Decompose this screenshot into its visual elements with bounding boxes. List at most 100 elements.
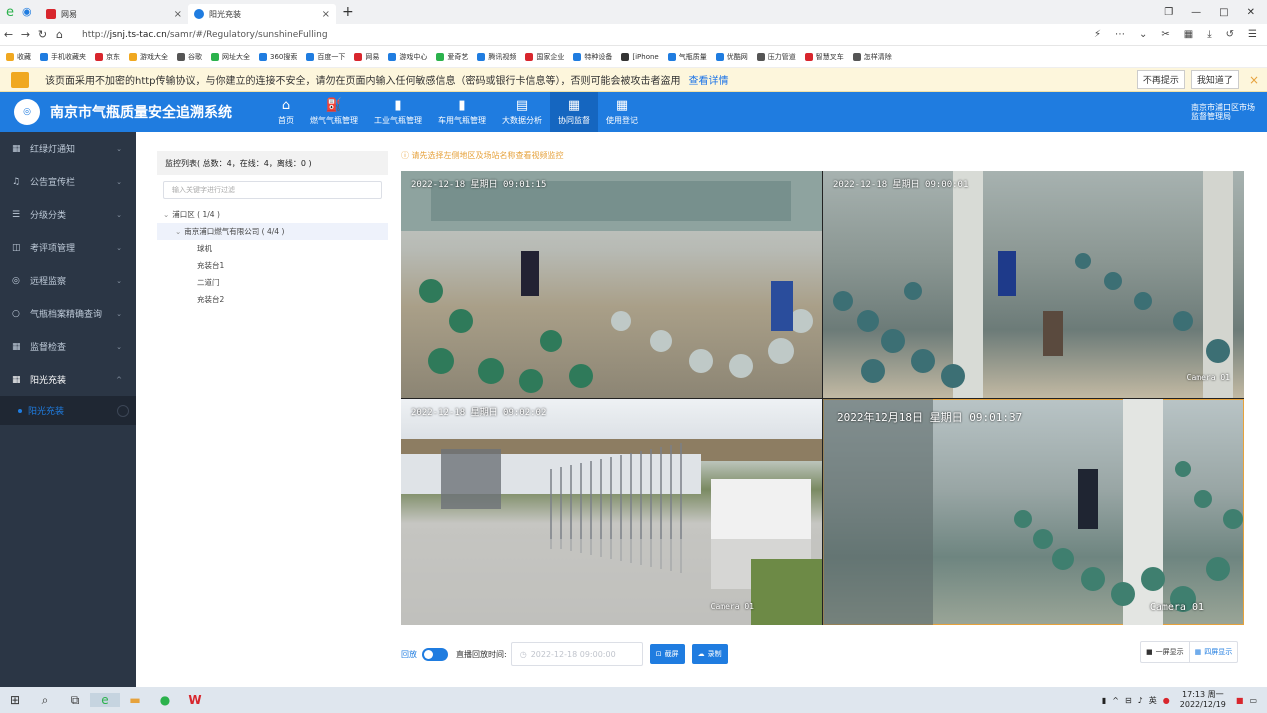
search-icon[interactable]: ⌕ [30, 693, 60, 708]
bookmark-item[interactable]: 网易 [354, 52, 379, 62]
shield-icon[interactable]: ◉ [22, 5, 32, 20]
sidebar-item-0[interactable]: ▦ 红绿灯通知 ⌄ [0, 132, 136, 165]
bookmark-item[interactable]: 国家企业 [525, 52, 564, 62]
got-it-button[interactable]: 我知道了 [1190, 70, 1239, 89]
nav-item-6[interactable]: ▦ 使用登记 [598, 92, 646, 132]
undo-icon[interactable]: ↺ [1226, 29, 1234, 40]
bookmark-item[interactable]: 优酷网 [715, 52, 748, 62]
dont-show-again-button[interactable]: 不再提示 [1136, 70, 1185, 89]
datetime-picker[interactable]: ◷ 2022-12-18 09:00:00 [510, 642, 643, 666]
bookmark-item[interactable]: 360搜索 [259, 52, 297, 62]
windows-start-icon[interactable]: ⊞ [0, 693, 30, 707]
menu-icon[interactable]: ☰ [1248, 29, 1257, 40]
bookmark-item[interactable]: 京东 [95, 52, 120, 62]
browser-taskbar-icon[interactable]: e [90, 693, 120, 707]
maximize-icon[interactable]: □ [1219, 7, 1228, 18]
user-menu[interactable]: 南京市浦口区市场监督管理局 [1191, 103, 1255, 121]
bookmark-item[interactable]: 智慧叉车 [804, 52, 844, 62]
more-icon[interactable]: ⋯ [1115, 29, 1125, 40]
nav-item-2[interactable]: ▮ 工业气瓶管理 [366, 92, 430, 132]
nav-item-0[interactable]: ⌂ 首页 [270, 92, 302, 132]
network-icon[interactable]: ⊟ [1125, 696, 1132, 705]
bookmark-item[interactable]: 收藏 [6, 52, 31, 62]
bookmark-item[interactable]: 特种设备 [573, 52, 612, 62]
nav-item-3[interactable]: ▮ 车用气瓶管理 [430, 92, 494, 132]
sidebar-item-4[interactable]: ◎ 远程监察 ⌄ [0, 264, 136, 297]
bookmark-item[interactable]: 游戏大全 [129, 52, 168, 62]
clock[interactable]: 17:13 周一 2022/12/19 [1180, 690, 1226, 710]
sidebar-item-7[interactable]: ▦ 阳光充装 ^ [0, 363, 136, 396]
sidebar-item-2[interactable]: ☰ 分级分类 ⌄ [0, 198, 136, 231]
bookmark-item[interactable]: 手机收藏夹 [40, 52, 86, 62]
tree-node-camera[interactable]: 充装台2 [157, 291, 388, 308]
bookmark-item[interactable]: 百度一下 [306, 52, 345, 62]
reload-icon[interactable]: ↻ [34, 28, 51, 41]
scissors-icon[interactable]: ✂ [1161, 29, 1169, 40]
tree-node-camera[interactable]: 球机 [157, 240, 388, 257]
bookmark-item[interactable]: [iPhone [621, 52, 659, 61]
video-feed-3[interactable]: 2022-12-18 星期日 09:02:02 Camera 01 [401, 399, 822, 625]
back-icon[interactable]: ← [0, 28, 17, 41]
close-warning-icon[interactable]: × [1249, 73, 1259, 87]
chevron-down-icon[interactable]: ⌄ [1139, 29, 1147, 40]
task-view-icon[interactable]: ⧉ [60, 693, 90, 708]
tab-sunshine-filling[interactable]: 阳光充装 × [188, 4, 336, 24]
notification-badge-icon[interactable]: ■ [1236, 696, 1244, 705]
video-scene-1 [401, 171, 822, 393]
minimize-icon[interactable]: — [1191, 7, 1201, 18]
time-label: 直播回放时间: [456, 649, 507, 659]
battery-icon[interactable]: ▮ [1102, 696, 1106, 705]
video-feed-1[interactable]: 2022-12-18 星期日 09:01:15 [401, 171, 822, 398]
single-screen-button[interactable]: ■ 一屏显示 [1141, 642, 1189, 662]
tree-node-district[interactable]: ⌄ 浦口区 ( 1/4 ) [157, 206, 388, 223]
nav-item-1[interactable]: ⛽ 燃气气瓶管理 [302, 92, 366, 132]
video-feed-2[interactable]: 2022-12-18 星期日 09:00:01 Camera 01 [823, 171, 1244, 398]
bookmark-item[interactable]: 爱奇艺 [436, 52, 468, 62]
sidebar-item-3[interactable]: ◫ 考评项管理 ⌄ [0, 231, 136, 264]
bookmark-item[interactable]: 压力管道 [756, 52, 796, 62]
record-button[interactable]: ☁ 录制 [691, 644, 728, 664]
filter-input[interactable]: 输入关键字进行过滤 [163, 181, 382, 199]
tree-node-camera[interactable]: 二道门 [157, 274, 388, 291]
volume-icon[interactable]: ♪ [1138, 696, 1143, 705]
action-center-icon[interactable]: ▭ [1249, 696, 1257, 705]
close-window-icon[interactable]: ✕ [1247, 7, 1255, 18]
sidebar-subitem-sunshine-filling[interactable]: 阳光充装 [0, 396, 136, 425]
video-feed-4[interactable]: 2022年12月18日 星期日 09:01:37 Camera 01 [823, 399, 1244, 625]
wps-icon[interactable]: W [180, 693, 210, 707]
forward-icon[interactable]: → [17, 28, 34, 41]
nav-item-4[interactable]: ▤ 大数据分析 [494, 92, 550, 132]
close-tab-icon[interactable]: × [174, 9, 182, 20]
bookmarks-bar: 收藏 手机收藏夹 京东 游戏大全 谷歌 网址大全 360搜索 百度一下 网易 游戏中心 爱奇艺 腾讯视… [0, 46, 1267, 68]
bookmark-item[interactable]: 怎样清除 [852, 52, 892, 62]
quad-screen-button[interactable]: ▦ 四屏显示 [1188, 642, 1238, 662]
bookmark-item[interactable]: 谷歌 [177, 52, 202, 62]
restore-icon[interactable]: ❐ [1164, 7, 1173, 18]
nav-item-5[interactable]: ▦ 协同监督 [550, 92, 598, 132]
download-icon[interactable]: ⤓ [1207, 29, 1211, 40]
bookmark-item[interactable]: 腾讯视频 [477, 52, 516, 62]
playback-toggle[interactable] [422, 647, 448, 661]
bookmark-item[interactable]: 气瓶质量 [667, 52, 707, 62]
tree-node-camera[interactable]: 充装台1 [157, 257, 388, 274]
url-field[interactable]: http://jsnj.ts-tac.cn/samr/#/Regulatory/… [82, 30, 328, 40]
home-icon[interactable]: ⌂ [51, 28, 68, 41]
sidebar-item-6[interactable]: ▦ 监督检查 ⌄ [0, 330, 136, 363]
bookmark-item[interactable]: 游戏中心 [388, 52, 427, 62]
chevron-up-icon[interactable]: ^ [1112, 696, 1119, 705]
details-link[interactable]: 查看详情 [689, 72, 729, 87]
ime-icon[interactable]: 英 [1149, 695, 1157, 706]
sidebar-item-1[interactable]: ♫ 公告宣传栏 ⌄ [0, 165, 136, 198]
folder-icon[interactable]: ▬ [120, 693, 150, 707]
wechat-icon[interactable]: ● [150, 693, 180, 707]
new-tab-button[interactable]: + [342, 4, 354, 20]
bookmark-item[interactable]: 网址大全 [211, 52, 250, 62]
tree-node-company[interactable]: ⌄ 南京浦口燃气有限公司 ( 4/4 ) [157, 223, 388, 240]
lightning-icon[interactable]: ⚡ [1094, 29, 1101, 40]
grid-icon[interactable]: ▦ [1184, 29, 1193, 40]
tab-netease[interactable]: 网易 × [40, 4, 188, 24]
screenshot-button[interactable]: ⊡ 截屏 [649, 644, 685, 664]
close-tab-icon[interactable]: × [322, 9, 330, 20]
security-tray-icon[interactable]: ● [1163, 696, 1170, 705]
sidebar-item-5[interactable]: ○ 气瓶档案精确查询 ⌄ [0, 297, 136, 330]
